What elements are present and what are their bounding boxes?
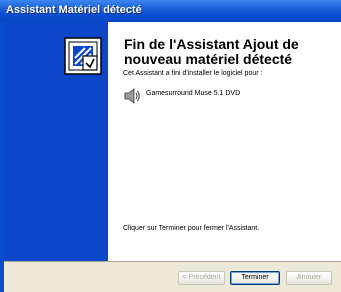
window-title: Assistant Matériel détecté xyxy=(6,4,142,16)
title-bar[interactable]: Assistant Matériel détecté xyxy=(0,0,341,22)
intro-text: Cet Assistant a fini d'installer le logi… xyxy=(123,70,263,77)
finish-button[interactable]: Terminer xyxy=(230,271,280,285)
speaker-icon xyxy=(123,87,141,105)
wizard-heading: Fin de l'Assistant Ajout de nouveau maté… xyxy=(124,36,299,67)
hardware-wizard-icon xyxy=(63,36,103,76)
back-button[interactable]: < Précédent xyxy=(178,271,225,285)
finish-message: Cliquer sur Terminer pour fermer l'Assis… xyxy=(123,225,260,232)
wizard-window: Assistant Matériel détecté Fin de l'Assi… xyxy=(0,0,341,292)
cancel-button[interactable]: Annuler xyxy=(286,271,332,285)
device-name: Gamesurround Muse 5.1 DVD xyxy=(146,90,241,97)
